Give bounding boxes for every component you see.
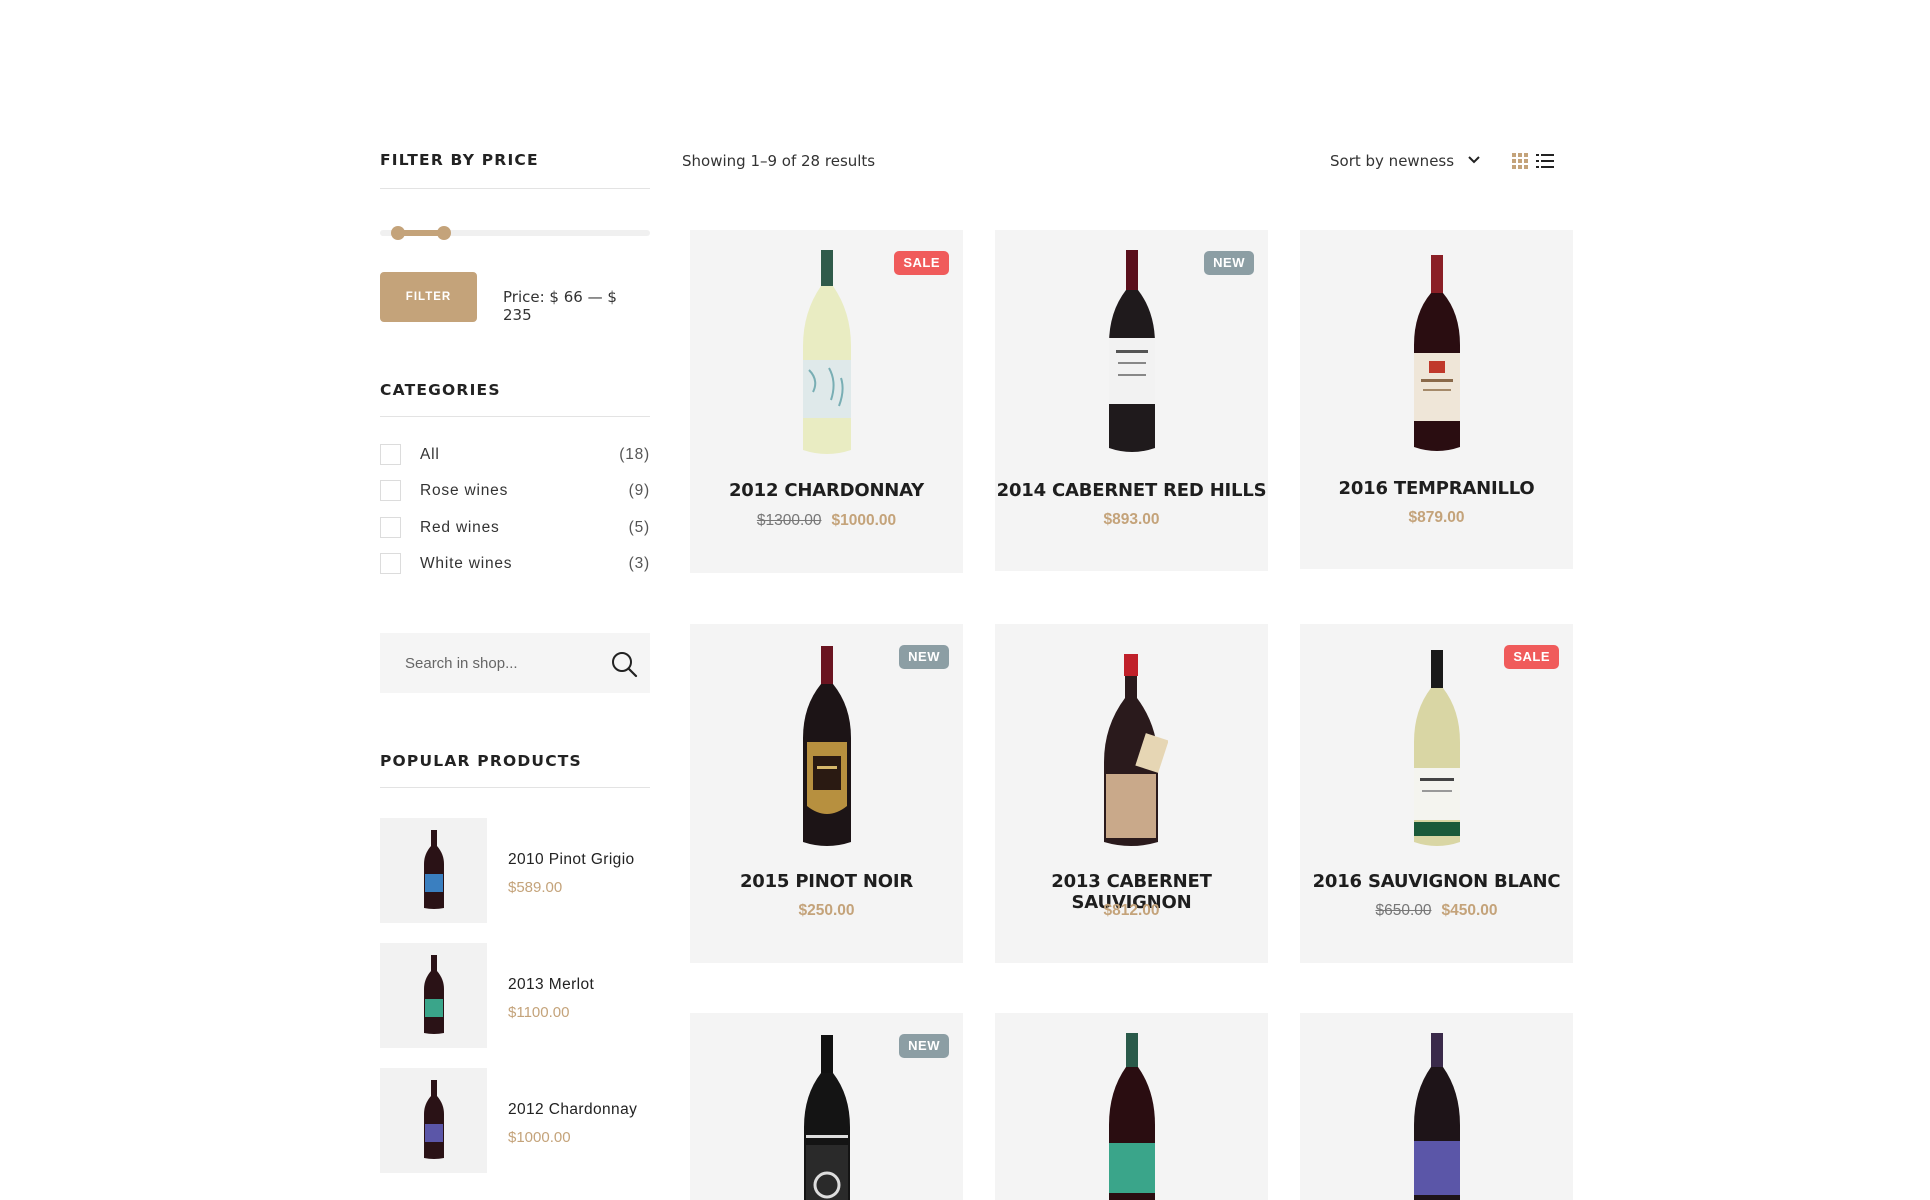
product-card[interactable] [995,1013,1268,1200]
sale-badge: SALE [894,251,949,275]
category-count: (3) [628,555,650,572]
current-price: $450.00 [1441,902,1498,919]
chevron-down-icon[interactable] [1467,153,1481,167]
category-label: Red wines [420,519,500,536]
product-title[interactable]: 2012 CHARDONNAY [690,480,963,501]
popular-products-title: POPULAR PRODUCTS [380,752,582,770]
price-range-label: Price: $ 66 — $ 235 [503,288,617,324]
product-price: $1300.00 $1000.00 [690,512,963,530]
product-title[interactable]: 2016 SAUVIGNON BLANC [1300,871,1573,892]
popular-product-price: $1000.00 [508,1129,571,1146]
popular-product-item[interactable]: 2013 Merlot $1100.00 [380,943,650,1048]
product-thumbnail[interactable] [380,943,487,1048]
wine-bottle-image[interactable] [1096,654,1168,850]
product-price: $650.00 $450.00 [1300,902,1573,920]
price-slider-min-handle[interactable] [391,226,405,240]
shop-search [380,633,650,693]
sale-badge: SALE [1504,645,1559,669]
product-price: $879.00 [1300,509,1573,527]
price-filter-title: FILTER BY PRICE [380,151,539,169]
product-card[interactable] [1300,1013,1573,1200]
current-price: $250.00 [798,902,855,919]
divider [380,787,650,788]
product-price: $250.00 [690,902,963,920]
product-card[interactable]: SALE 2016 SAUVIGNON BLANC $650.00 $450.00 [1300,624,1573,963]
category-label: Rose wines [420,482,509,499]
old-price: $650.00 [1375,902,1432,919]
category-checkbox[interactable] [380,444,401,465]
wine-bottle-image[interactable] [799,646,855,850]
wine-bottle-image[interactable] [1410,650,1464,850]
product-title[interactable]: 2016 TEMPRANILLO [1300,478,1573,499]
popular-product-name[interactable]: 2010 Pinot Grigio [508,851,635,869]
product-thumbnail[interactable] [380,818,487,923]
product-thumbnail[interactable] [380,1068,487,1173]
category-item-white-wines[interactable]: White wines (3) [380,552,650,574]
wine-bottle-image[interactable] [1106,250,1158,456]
search-icon[interactable] [610,650,638,678]
category-count: (9) [628,482,650,499]
category-label: White wines [420,555,513,572]
popular-product-name[interactable]: 2013 Merlot [508,976,594,994]
categories-title: CATEGORIES [380,381,501,399]
wine-bottle-icon [424,830,444,909]
new-badge: NEW [899,645,949,669]
popular-product-item[interactable]: 2012 Chardonnay $1000.00 [380,1068,650,1173]
category-checkbox[interactable] [380,480,401,501]
wine-bottle-image[interactable] [1106,1033,1158,1200]
category-checkbox[interactable] [380,517,401,538]
product-card[interactable]: 2016 TEMPRANILLO $879.00 [1300,230,1573,569]
product-card[interactable]: NEW [690,1013,963,1200]
wine-bottle-image[interactable] [1411,1033,1463,1200]
category-count: (18) [619,446,650,463]
wine-bottle-icon [424,1080,444,1159]
product-card[interactable]: 2013 CABERNET SAUVIGNON $812.00 [995,624,1268,963]
product-card[interactable]: NEW 2015 PINOT NOIR $250.00 [690,624,963,963]
wine-bottle-image[interactable] [1411,255,1463,455]
grid-view-icon[interactable] [1512,153,1528,169]
new-badge: NEW [899,1034,949,1058]
current-price: $812.00 [1103,902,1160,919]
search-input[interactable] [380,633,600,693]
divider [380,416,650,417]
popular-product-price: $589.00 [508,879,563,896]
category-checkbox[interactable] [380,553,401,574]
wine-bottle-icon [424,955,444,1034]
wine-bottle-image[interactable] [799,250,855,458]
category-item-rose-wines[interactable]: Rose wines (9) [380,479,650,501]
category-label: All [420,446,440,463]
product-price: $893.00 [995,511,1268,529]
current-price: $879.00 [1408,509,1465,526]
product-title[interactable]: 2014 CABERNET RED HILLS [995,480,1268,501]
popular-product-name[interactable]: 2012 Chardonnay [508,1101,637,1119]
category-count: (5) [628,519,650,536]
divider [380,188,650,189]
popular-product-price: $1100.00 [508,1004,570,1021]
category-item-all[interactable]: All (18) [380,443,650,465]
product-card[interactable]: SALE 2012 CHARDONNAY $1300.00 $1000.00 [690,230,963,573]
old-price: $1300.00 [756,512,822,529]
results-count: Showing 1–9 of 28 results [682,152,876,170]
product-card[interactable]: NEW 2014 CABERNET RED HILLS $893.00 [995,230,1268,571]
price-slider-max-handle[interactable] [437,226,451,240]
category-item-red-wines[interactable]: Red wines (5) [380,516,650,538]
current-price: $1000.00 [831,512,897,529]
list-view-icon[interactable] [1536,153,1554,169]
sort-select[interactable]: Sort by newness [1330,152,1454,170]
product-price: $812.00 [995,902,1268,920]
popular-product-item[interactable]: 2010 Pinot Grigio $589.00 [380,818,650,923]
product-title[interactable]: 2015 PINOT NOIR [690,871,963,892]
current-price: $893.00 [1103,511,1160,528]
new-badge: NEW [1204,251,1254,275]
wine-bottle-image[interactable] [800,1035,854,1200]
filter-button[interactable]: FILTER [380,272,477,322]
